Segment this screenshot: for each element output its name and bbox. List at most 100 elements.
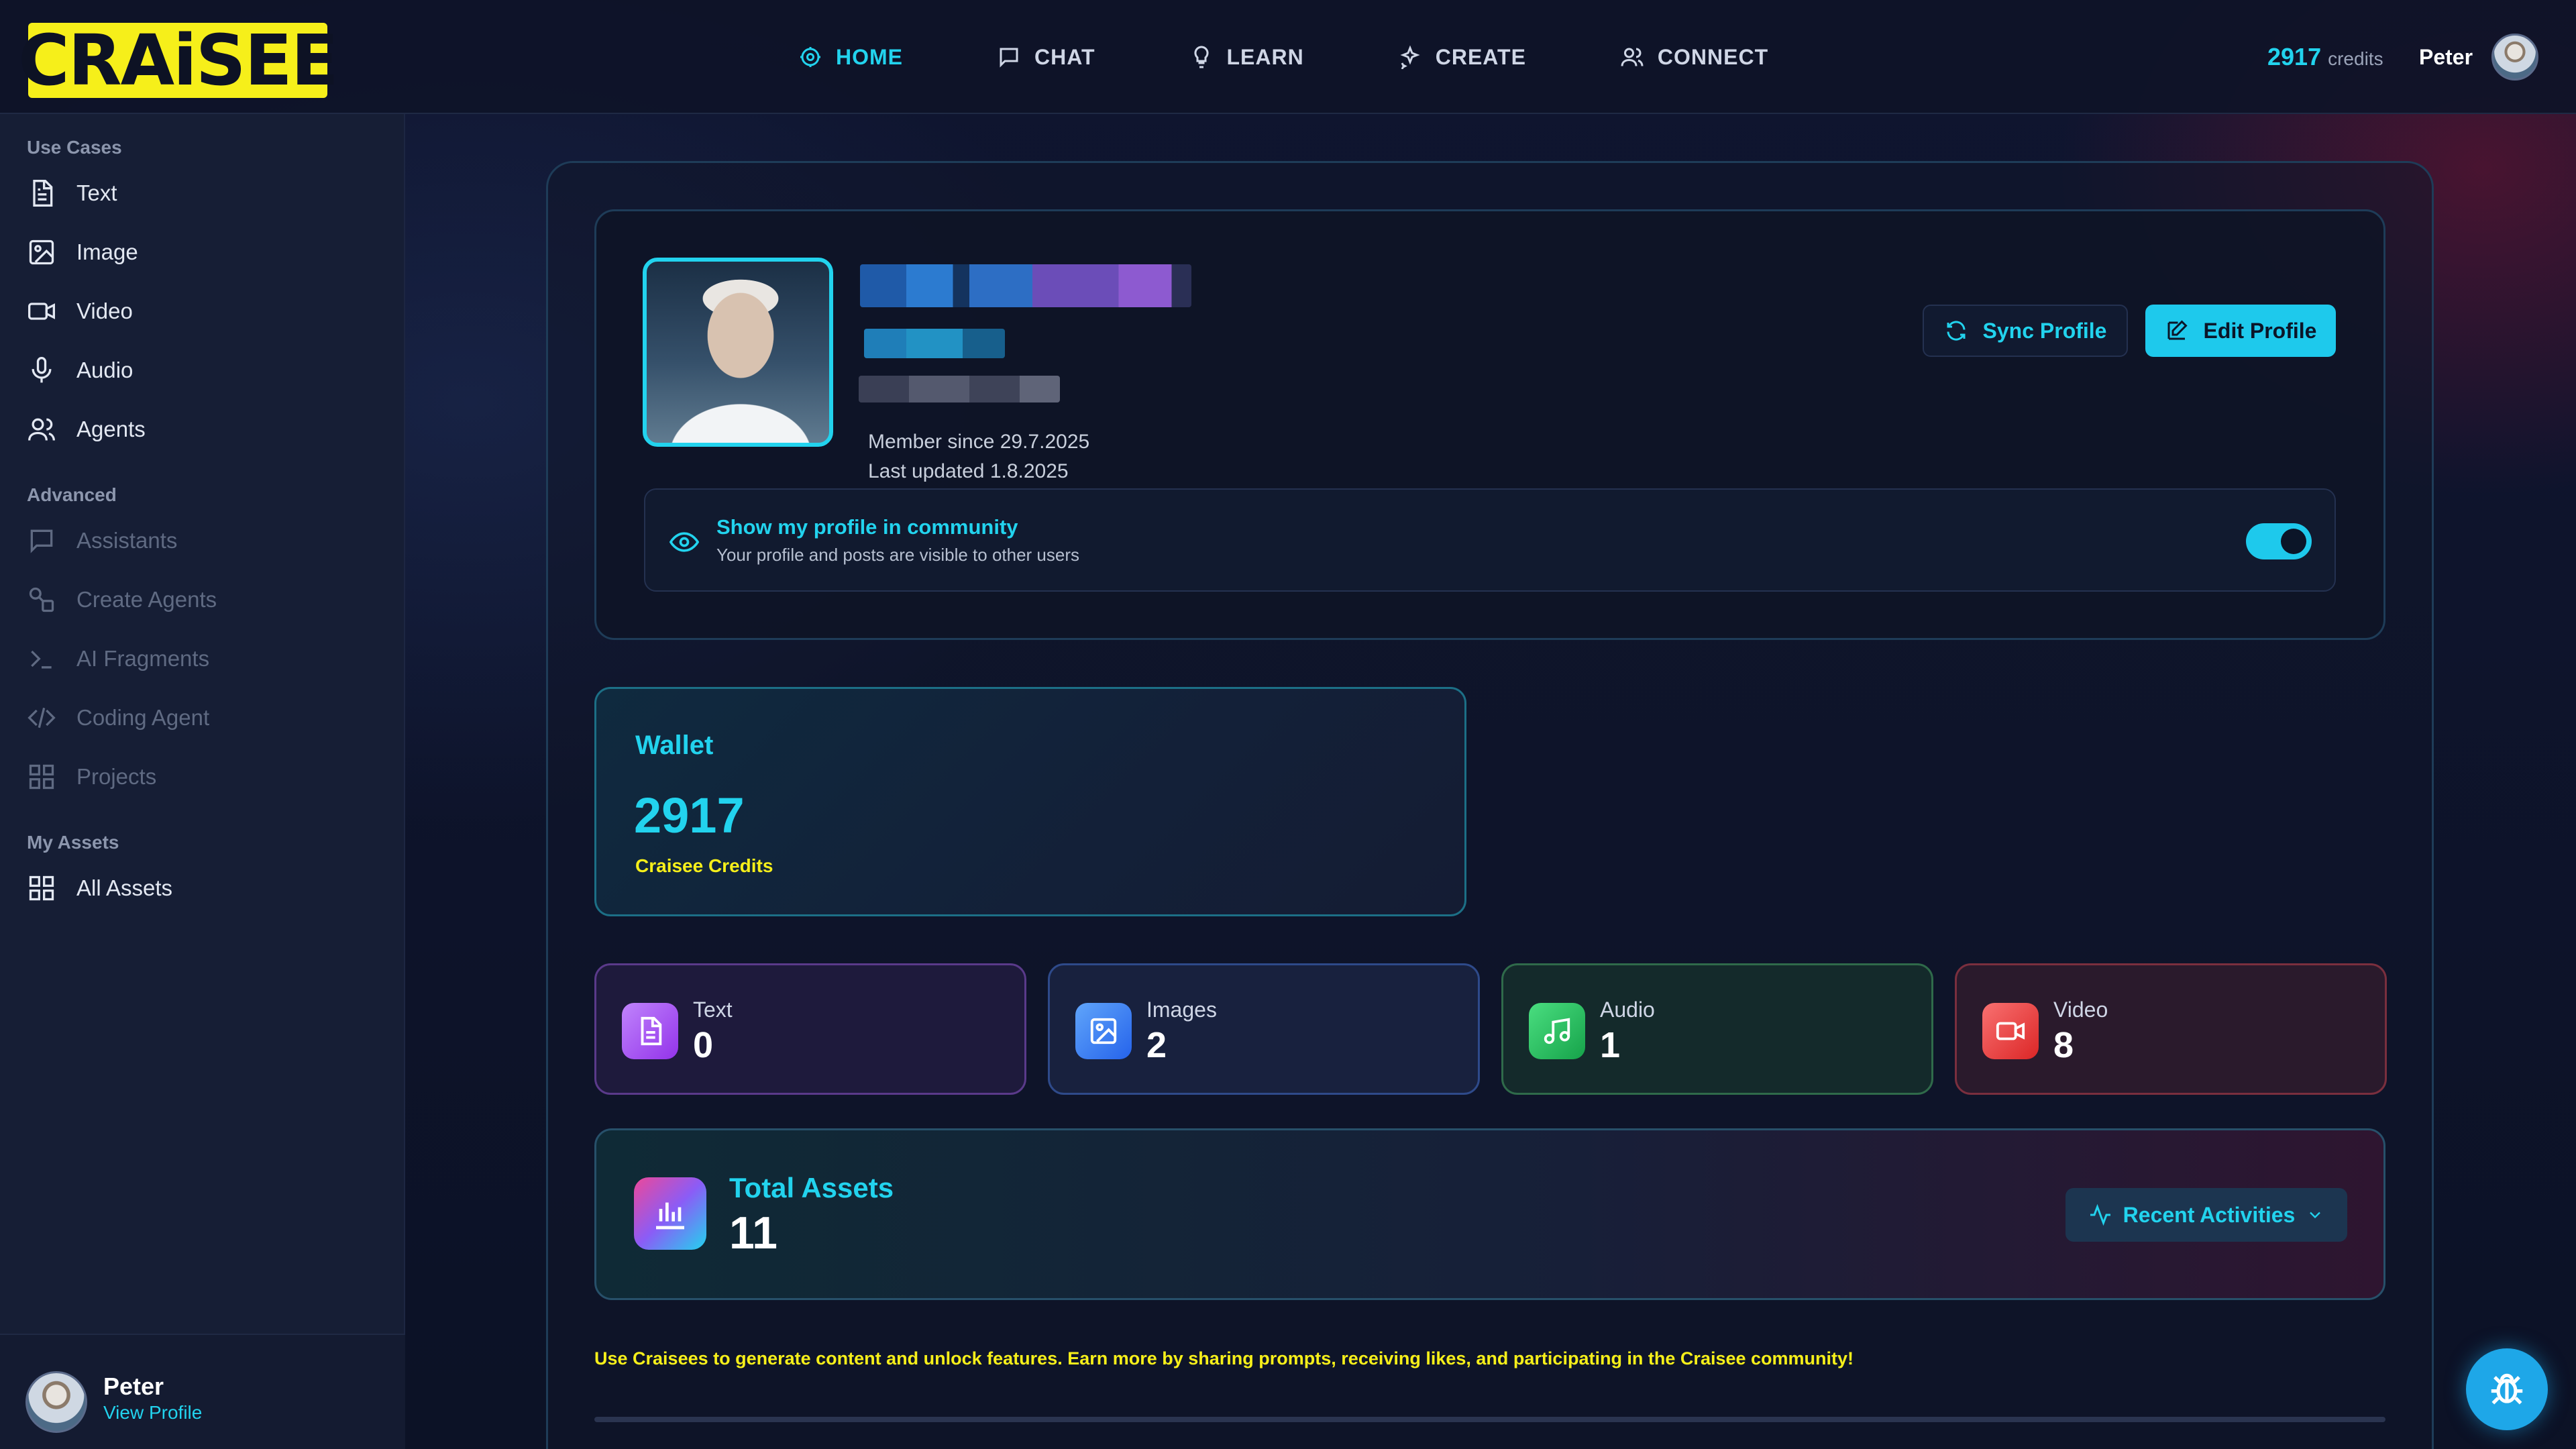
community-visibility-toggle[interactable] bbox=[2246, 523, 2312, 559]
community-title: Show my profile in community bbox=[716, 515, 1018, 539]
video-icon bbox=[28, 303, 55, 320]
header-credits-label: credits bbox=[2328, 48, 2383, 69]
total-assets-card: Total Assets 11 Recent Activities bbox=[594, 1128, 2385, 1300]
total-assets-value: 11 bbox=[729, 1208, 777, 1258]
sidebar-item-all-assets[interactable]: All Assets bbox=[27, 873, 172, 903]
recent-activities-dropdown[interactable]: Recent Activities bbox=[2065, 1188, 2347, 1242]
sidebar-item-ai-fragments[interactable]: AI Fragments bbox=[27, 644, 209, 674]
sidebar-item-label: AI Fragments bbox=[76, 646, 210, 671]
chat-icon bbox=[30, 529, 53, 553]
image-icon bbox=[1090, 1018, 1117, 1044]
sidebar-section-my-assets: My Assets bbox=[27, 832, 119, 853]
sidebar-item-agents[interactable]: Agents bbox=[27, 415, 146, 444]
top-bar: CRAiSEE HOME CHAT LEARN CREATE CONNECT 2… bbox=[0, 0, 2576, 114]
users-icon bbox=[1621, 48, 1644, 66]
sidebar-item-label: Video bbox=[76, 299, 133, 323]
bug-icon bbox=[2491, 1373, 2523, 1405]
microphone-icon bbox=[32, 357, 52, 383]
recent-activities-label: Recent Activities bbox=[2123, 1202, 2296, 1227]
stat-card-text[interactable]: Text 0 bbox=[594, 963, 1026, 1095]
avatar[interactable] bbox=[2491, 34, 2539, 80]
avatar[interactable] bbox=[25, 1371, 87, 1433]
edit-profile-button[interactable]: Edit Profile bbox=[2145, 305, 2336, 357]
header-user-menu[interactable]: Peter bbox=[2419, 34, 2539, 80]
sidebar-item-label: Agents bbox=[76, 417, 146, 441]
craisee-logo[interactable]: CRAiSEE bbox=[18, 23, 339, 98]
stat-value: 2 bbox=[1146, 1025, 1167, 1065]
nav-create-label: CREATE bbox=[1435, 44, 1526, 69]
sidebar-item-coding-agent[interactable]: Coding Agent bbox=[27, 703, 209, 733]
sidebar-user-name: Peter bbox=[103, 1373, 164, 1400]
community-visibility-row: Show my profile in community Your profil… bbox=[644, 488, 2336, 592]
stat-card-audio[interactable]: Audio 1 bbox=[1501, 963, 1933, 1095]
wallet-amount: 2917 bbox=[634, 788, 745, 843]
nav-learn[interactable]: LEARN bbox=[1189, 45, 1304, 70]
toggle-knob bbox=[2281, 529, 2306, 554]
stat-value: 8 bbox=[2053, 1025, 2074, 1065]
activity-icon bbox=[2090, 1203, 2110, 1226]
nav-chat-label: CHAT bbox=[1034, 44, 1095, 69]
header-credits-value: 2917 bbox=[2267, 43, 2322, 70]
stat-card-video[interactable]: Video 8 bbox=[1955, 963, 2387, 1095]
sidebar-user-footer[interactable]: Peter View Profile bbox=[0, 1334, 405, 1449]
bar-chart-icon bbox=[656, 1202, 684, 1230]
nav-home[interactable]: HOME bbox=[798, 45, 903, 70]
stat-value: 0 bbox=[693, 1025, 714, 1065]
community-description: Your profile and posts are visible to ot… bbox=[716, 545, 1080, 565]
sidebar-item-text[interactable]: Text bbox=[27, 178, 117, 208]
terminal-icon bbox=[31, 650, 52, 669]
sidebar-item-label: Assistants bbox=[76, 528, 178, 553]
chevron-down-icon bbox=[2310, 1212, 2321, 1219]
last-updated: Last updated 1.8.2025 bbox=[868, 460, 1069, 482]
sidebar-item-label: Coding Agent bbox=[76, 705, 210, 730]
document-icon bbox=[641, 1016, 662, 1046]
sidebar-item-label: Create Agents bbox=[76, 587, 217, 612]
header-user-name: Peter bbox=[2419, 44, 2473, 69]
redacted-name bbox=[860, 264, 1191, 307]
sidebar-item-projects[interactable]: Projects bbox=[27, 762, 156, 792]
total-assets-title: Total Assets bbox=[729, 1172, 894, 1203]
sidebar-item-assistants[interactable]: Assistants bbox=[27, 526, 177, 555]
stat-icon-wrap bbox=[1529, 1003, 1585, 1059]
stat-card-images[interactable]: Images 2 bbox=[1048, 963, 1480, 1095]
video-icon bbox=[1996, 1022, 2025, 1040]
sidebar-item-audio[interactable]: Audio bbox=[27, 356, 133, 385]
sidebar-section-use-cases: Use Cases bbox=[27, 137, 122, 158]
stat-label: Video bbox=[2053, 998, 2108, 1022]
sidebar-item-video[interactable]: Video bbox=[27, 297, 133, 326]
bug-report-button[interactable] bbox=[2466, 1348, 2548, 1430]
app-root: CRAiSEE HOME CHAT LEARN CREATE CONNECT 2… bbox=[0, 0, 2576, 1449]
sidebar-item-label: Text bbox=[76, 180, 117, 205]
sidebar-section-advanced: Advanced bbox=[27, 484, 117, 505]
credits-footnote: Use Craisees to generate content and unl… bbox=[594, 1348, 1854, 1368]
shapes-icon bbox=[29, 587, 54, 612]
nav-chat[interactable]: CHAT bbox=[997, 45, 1095, 70]
image-icon bbox=[29, 239, 54, 265]
view-profile-link[interactable]: View Profile bbox=[103, 1402, 202, 1424]
eye-icon bbox=[669, 532, 699, 552]
sidebar-item-label: All Assets bbox=[76, 875, 173, 900]
sparkle-icon bbox=[1400, 45, 1420, 69]
sidebar-item-create-agents[interactable]: Create Agents bbox=[27, 585, 217, 614]
users-icon bbox=[28, 418, 55, 441]
wallet-title: Wallet bbox=[635, 731, 714, 760]
redacted-detail bbox=[859, 376, 1060, 402]
grid-icon bbox=[29, 764, 54, 790]
edit-profile-label: Edit Profile bbox=[2203, 318, 2317, 343]
code-icon bbox=[28, 707, 56, 729]
nav-create[interactable]: CREATE bbox=[1398, 45, 1526, 70]
redacted-title bbox=[864, 329, 1005, 358]
stat-icon-wrap bbox=[1075, 1003, 1132, 1059]
divider bbox=[594, 1417, 2385, 1422]
sidebar-item-label: Image bbox=[76, 239, 138, 264]
sync-profile-button[interactable]: Sync Profile bbox=[1923, 305, 2128, 357]
wallet-label: Craisee Credits bbox=[635, 855, 773, 876]
document-icon bbox=[33, 180, 53, 207]
stat-label: Audio bbox=[1600, 998, 1655, 1022]
nav-learn-label: LEARN bbox=[1226, 44, 1304, 69]
nav-connect[interactable]: CONNECT bbox=[1620, 45, 1768, 70]
profile-photo[interactable] bbox=[643, 258, 833, 447]
stat-label: Images bbox=[1146, 998, 1217, 1022]
sidebar-item-image[interactable]: Image bbox=[27, 237, 138, 267]
chat-icon bbox=[1000, 48, 1018, 68]
